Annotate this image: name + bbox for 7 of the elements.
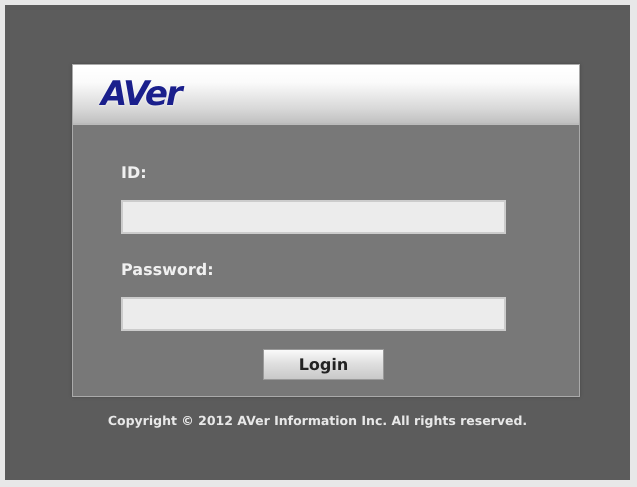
login-button[interactable]: Login — [263, 349, 384, 380]
copyright-text: Copyright © 2012 AVer Information Inc. All rights reserved. — [106, 413, 528, 428]
field-label: ID: — [121, 163, 148, 182]
input-field[interactable] — [121, 297, 506, 331]
input-field[interactable] — [121, 200, 506, 234]
field-label: Password: — [121, 260, 215, 279]
logo: AVer — [101, 74, 181, 114]
